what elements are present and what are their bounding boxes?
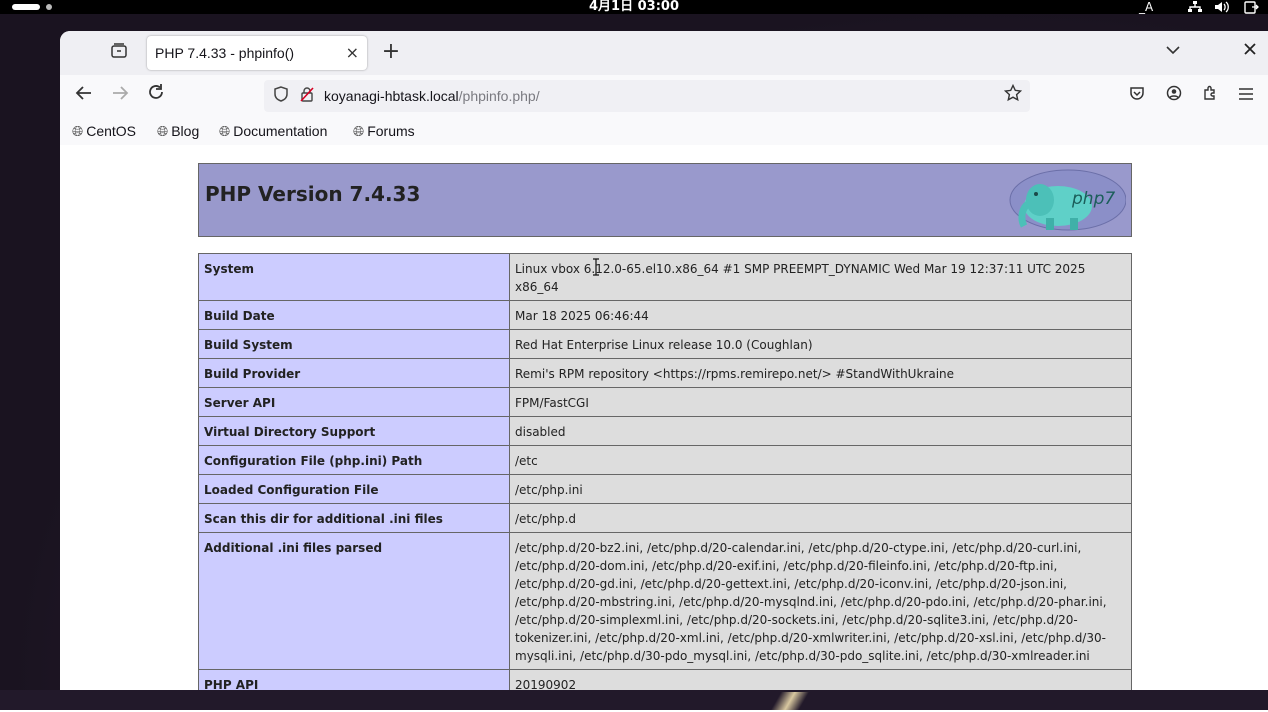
globe-icon: 🌐︎: [72, 123, 84, 139]
row-key: System: [198, 253, 510, 301]
table-row: System Linux vbox 6.12.0-65.el10.x86_64 #…: [198, 253, 1132, 301]
row-value: Linux vbox 6.12.0-65.el10.x86_64 #1 SMP …: [509, 253, 1132, 301]
row-key: Additional .ini files parsed: [198, 532, 510, 670]
row-key: Server API: [198, 387, 510, 417]
url-text[interactable]: koyanagi-hbtask.local/phpinfo.php/: [324, 80, 540, 112]
table-row: Configuration File (php.ini) Path/etc: [198, 445, 1132, 475]
page-title: PHP Version 7.4.33: [205, 182, 421, 206]
bookmarks-toolbar: 🌐︎ CentOS 🌐︎ Blog 🌐︎ Documentation 🌐︎ Forums: [60, 117, 1268, 145]
tab-active[interactable]: PHP 7.4.33 - phpinfo() ×: [147, 36, 367, 70]
bookmark-label: CentOS: [86, 123, 137, 139]
row-key: Build Date: [198, 300, 510, 330]
row-value: /etc/php.d: [509, 503, 1132, 533]
php-version-header: PHP Version 7.4.33 php7: [198, 163, 1132, 237]
url-host: koyanagi-hbtask.local: [324, 88, 459, 104]
row-value: 20190902: [509, 669, 1132, 690]
firefox-view-icon[interactable]: [106, 43, 132, 63]
tab-list-chevron-icon[interactable]: [1166, 43, 1180, 59]
row-key: Virtual Directory Support: [198, 416, 510, 446]
pocket-icon[interactable]: [1126, 85, 1148, 107]
tracking-protection-shield-icon[interactable]: [272, 86, 290, 106]
table-row: Build Date Mar 18 2025 06:46:44: [198, 300, 1132, 330]
row-key: Scan this dir for additional .ini files: [198, 503, 510, 533]
bookmark-label: Blog: [171, 123, 200, 139]
system-top-bar: 4月1日 03:00 _A: [0, 0, 1268, 14]
power-icon[interactable]: [1243, 0, 1259, 14]
row-value: Remi's RPM repository <https://rpms.remi…: [509, 358, 1132, 388]
window-close-icon[interactable]: [1243, 41, 1257, 60]
network-icon[interactable]: [1187, 0, 1203, 14]
extensions-icon[interactable]: [1199, 85, 1221, 107]
volume-icon[interactable]: [1214, 0, 1230, 14]
bookmark-centos[interactable]: 🌐︎ CentOS: [72, 117, 136, 145]
input-method-indicator[interactable]: _A: [1139, 0, 1153, 14]
table-row: Additional .ini files parsed/etc/php.d/2…: [198, 532, 1132, 670]
bookmark-label: Documentation: [233, 123, 328, 139]
row-key: Build Provider: [198, 358, 510, 388]
row-key: Configuration File (php.ini) Path: [198, 445, 510, 475]
forward-arrow-icon[interactable]: [107, 83, 133, 109]
bookmark-label: Forums: [367, 123, 415, 139]
row-key: PHP API: [198, 669, 510, 690]
row-value: /etc/php.d/20-bz2.ini, /etc/php.d/20-cal…: [509, 532, 1132, 670]
page-content: PHP Version 7.4.33 php7 System Linux vbox…: [60, 145, 1268, 690]
bookmark-blog[interactable]: 🌐︎ Blog: [157, 117, 199, 145]
row-value: /etc: [509, 445, 1132, 475]
row-value: FPM/FastCGI: [509, 387, 1132, 417]
url-path: /phpinfo.php/: [458, 88, 540, 104]
php-elephant-logo[interactable]: php7: [1006, 168, 1127, 232]
globe-icon: 🌐︎: [353, 123, 365, 139]
back-arrow-icon[interactable]: [71, 83, 97, 109]
desktop-background: [0, 690, 1268, 712]
insecure-lock-icon[interactable]: [298, 86, 316, 106]
row-key: Loaded Configuration File: [198, 474, 510, 504]
bookmark-star-icon[interactable]: [1003, 83, 1023, 109]
tab-bar: PHP 7.4.33 - phpinfo() × +: [60, 31, 1268, 75]
row-value: Red Hat Enterprise Linux release 10.0 (C…: [509, 329, 1132, 359]
account-icon[interactable]: [1163, 85, 1185, 107]
table-row: Server API FPM/FastCGI: [198, 387, 1132, 417]
table-row: Build System Red Hat Enterprise Linux rel…: [198, 329, 1132, 359]
bookmark-forums[interactable]: 🌐︎ Forums: [353, 117, 415, 145]
logo-text: php7: [1071, 189, 1115, 209]
menu-hamburger-icon[interactable]: [1235, 85, 1257, 107]
globe-icon: 🌐︎: [157, 123, 169, 139]
reload-icon[interactable]: [143, 83, 169, 109]
system-clock[interactable]: 4月1日 03:00: [0, 0, 1268, 16]
row-value: Mar 18 2025 06:46:44: [509, 300, 1132, 330]
table-row: PHP API 20190902: [198, 669, 1132, 690]
globe-icon: 🌐︎: [219, 123, 231, 139]
text-cursor-icon: [592, 258, 599, 276]
new-tab-button[interactable]: +: [379, 41, 403, 65]
tab-title: PHP 7.4.33 - phpinfo(): [155, 45, 295, 61]
table-row: Virtual Directory Support disabled: [198, 416, 1132, 446]
desktop-wallpaper-detail: [760, 692, 820, 710]
tab-close-icon[interactable]: ×: [346, 36, 359, 70]
table-row: Build Provider Remi's RPM repository <htt…: [198, 358, 1132, 388]
php-info-table: System Linux vbox 6.12.0-65.el10.x86_64 #…: [198, 253, 1132, 690]
bookmark-documentation[interactable]: 🌐︎ Documentation: [219, 117, 327, 145]
address-bar[interactable]: koyanagi-hbtask.local/phpinfo.php/: [264, 80, 1030, 112]
table-row: Scan this dir for additional .ini files /…: [198, 503, 1132, 533]
row-value: /etc/php.ini: [509, 474, 1132, 504]
row-value: disabled: [509, 416, 1132, 446]
browser-window: PHP 7.4.33 - phpinfo() × + koyanagi-hbta…: [60, 31, 1268, 690]
table-row: Loaded Configuration File/etc/php.ini: [198, 474, 1132, 504]
navigation-toolbar: koyanagi-hbtask.local/phpinfo.php/: [60, 75, 1268, 117]
row-key: Build System: [198, 329, 510, 359]
